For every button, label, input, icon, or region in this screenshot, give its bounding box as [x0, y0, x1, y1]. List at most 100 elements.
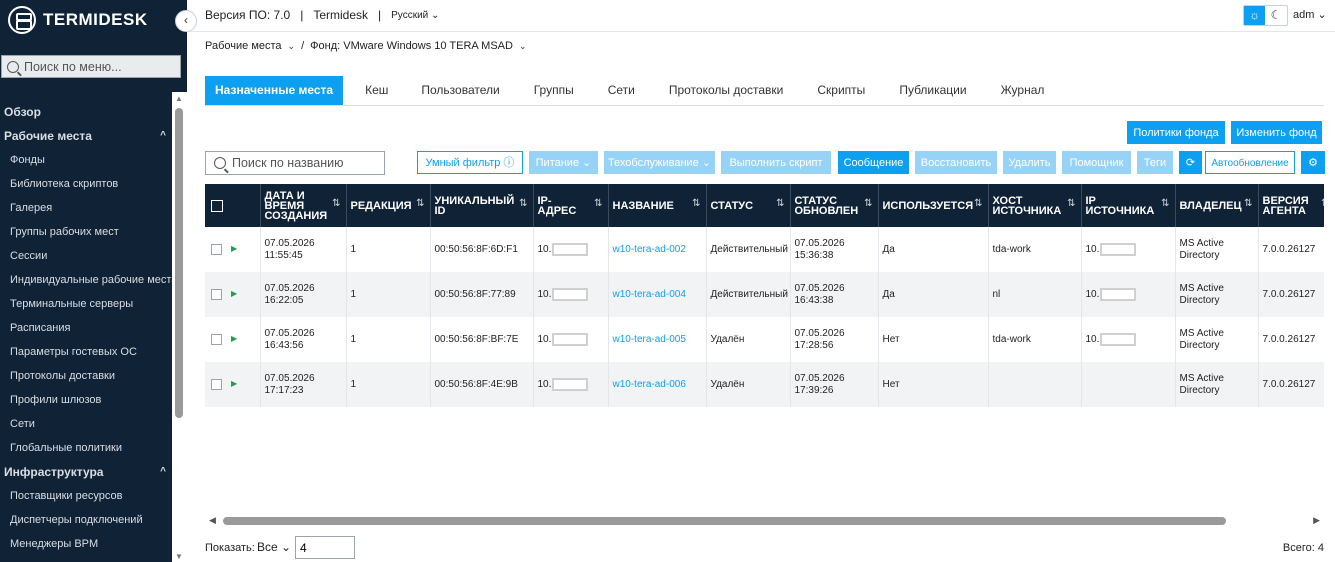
tab-5[interactable]: Протоколы доставки: [652, 76, 801, 105]
scroll-down-arrow-icon[interactable]: ▼: [175, 552, 183, 561]
play-icon[interactable]: ▶: [231, 289, 237, 298]
run-script-button[interactable]: Выполнить скрипт: [721, 151, 831, 174]
tab-0[interactable]: Назначенные места: [205, 76, 344, 105]
maintenance-button[interactable]: Техобслуживание ⌄: [604, 151, 715, 174]
sidebar-item[interactable]: Поставщики ресурсов: [0, 484, 172, 508]
sort-icon[interactable]: ⇅: [332, 199, 340, 209]
scroll-left-arrow-icon[interactable]: ◀: [209, 515, 216, 526]
delete-button[interactable]: Удалить: [1003, 151, 1056, 174]
column-header[interactable]: СТАТУС ОБНОВЛЕН ⇅: [790, 184, 879, 227]
select-all-checkbox[interactable]: [211, 199, 223, 212]
cell-name[interactable]: w10-tera-ad-002: [608, 227, 707, 272]
sidebar-item[interactable]: Группы рабочих мест: [0, 220, 172, 244]
sort-icon[interactable]: ⇅: [594, 199, 602, 209]
cell-text[interactable]: w10-tera-ad-002: [613, 244, 686, 255]
sidebar-item[interactable]: Сети: [0, 412, 172, 436]
sidebar-collapse-button[interactable]: ‹: [175, 10, 197, 32]
settings-gear-icon[interactable]: ⚙: [1301, 151, 1325, 174]
restore-button[interactable]: Восстановить: [915, 151, 997, 174]
tab-7[interactable]: Публикации: [882, 76, 983, 105]
moon-icon[interactable]: ☾: [1265, 6, 1287, 25]
tab-6[interactable]: Скрипты: [800, 76, 882, 105]
page-size-input[interactable]: [295, 536, 355, 559]
column-header[interactable]: IP-АДРЕС ⇅: [533, 184, 609, 227]
tags-button[interactable]: Теги: [1137, 151, 1173, 174]
row-checkbox[interactable]: [211, 243, 222, 255]
cell-name[interactable]: w10-tera-ad-006: [608, 362, 707, 407]
sidebar-item[interactable]: Фонды: [0, 148, 172, 172]
column-header[interactable]: IP ИСТОЧНИКА ⇅: [1081, 184, 1176, 227]
language-selector[interactable]: Русский ⌄: [391, 10, 439, 21]
scroll-right-arrow-icon[interactable]: ▶: [1313, 515, 1320, 526]
chevron-down-icon[interactable]: ⌄: [519, 41, 527, 52]
sidebar-item[interactable]: Сессии: [0, 244, 172, 268]
column-header[interactable]: ВЛАДЕЛЕЦ ⇅: [1175, 184, 1259, 227]
tab-2[interactable]: Пользователи: [404, 76, 516, 105]
power-button[interactable]: Питание ⌄: [529, 151, 598, 174]
name-search-input[interactable]: [232, 156, 382, 170]
tab-8[interactable]: Журнал: [984, 76, 1062, 105]
breadcrumb-workplaces[interactable]: Рабочие места: [205, 40, 282, 52]
sort-icon[interactable]: ⇅: [416, 199, 424, 209]
horizontal-scrollbar[interactable]: ◀ ▶: [205, 514, 1324, 528]
auto-refresh-button[interactable]: Автообновление: [1205, 151, 1295, 174]
cell-text[interactable]: w10-tera-ad-006: [613, 379, 686, 390]
user-menu[interactable]: adm ⌄: [1293, 8, 1327, 21]
sun-icon[interactable]: ☼: [1244, 6, 1265, 25]
sidebar-scrollbar[interactable]: ▲ ▼: [172, 92, 187, 562]
sidebar-section[interactable]: Обзор: [0, 100, 172, 124]
sidebar-item[interactable]: Протоколы доставки: [0, 364, 172, 388]
sort-icon[interactable]: ⇅: [692, 199, 700, 209]
smart-filter-button[interactable]: Умный фильтр ⓘ: [417, 151, 523, 174]
row-checkbox[interactable]: [211, 378, 222, 390]
play-icon[interactable]: ▶: [231, 334, 237, 343]
chevron-up-icon[interactable]: ^: [160, 460, 166, 484]
sidebar-item[interactable]: Терминальные серверы: [0, 292, 172, 316]
sidebar-section[interactable]: Инфраструктура ^: [0, 460, 172, 484]
column-header[interactable]: НАЗВАНИЕ ⇅: [608, 184, 707, 227]
table-row[interactable]: ▶ 07.05.2026 11:55:45 1 00:50:56:8F:6D:F1 10…: [205, 227, 1324, 272]
play-icon[interactable]: ▶: [231, 244, 237, 253]
sidebar-item[interactable]: Глобальные политики: [0, 436, 172, 460]
sort-icon[interactable]: ⇅: [776, 199, 784, 209]
sort-icon[interactable]: ⇅: [1067, 199, 1075, 209]
tab-1[interactable]: Кеш: [343, 76, 404, 105]
column-header[interactable]: ВЕРСИЯ АГЕНТА ⇅: [1258, 184, 1324, 227]
column-header[interactable]: РЕДАКЦИЯ ⇅: [346, 184, 431, 227]
sidebar-item[interactable]: Параметры гостевых ОС: [0, 340, 172, 364]
sidebar-item[interactable]: Библиотека скриптов: [0, 172, 172, 196]
sort-icon[interactable]: ⇅: [974, 199, 982, 209]
column-header[interactable]: ДАТА И ВРЕМЯ СОЗДАНИЯ ⇅: [260, 184, 347, 227]
table-row[interactable]: ▶ 07.05.2026 16:22:05 1 00:50:56:8F:77:89 10…: [205, 272, 1324, 317]
row-checkbox[interactable]: [211, 333, 222, 345]
sort-icon[interactable]: ⇅: [864, 199, 872, 209]
row-checkbox[interactable]: [211, 288, 222, 300]
refresh-icon[interactable]: ⟳: [1179, 151, 1202, 174]
cell-text[interactable]: w10-tera-ad-005: [613, 334, 686, 345]
sidebar-scroll-thumb[interactable]: [175, 108, 183, 418]
theme-switch[interactable]: ☼ ☾: [1243, 5, 1288, 26]
logo[interactable]: TERMIDESK: [8, 6, 148, 34]
sort-icon[interactable]: ⇅: [1161, 199, 1169, 209]
menu-search-input[interactable]: [24, 59, 174, 74]
sidebar-item[interactable]: Расписания: [0, 316, 172, 340]
sidebar-item[interactable]: Галерея: [0, 196, 172, 220]
sort-icon[interactable]: ⇅: [1321, 199, 1324, 209]
sidebar-section[interactable]: Рабочие места ^: [0, 124, 172, 148]
play-icon[interactable]: ▶: [231, 379, 237, 388]
cell-name[interactable]: w10-tera-ad-005: [608, 317, 707, 362]
table-row[interactable]: ▶ 07.05.2026 16:43:56 1 00:50:56:8F:BF:7E 10…: [205, 317, 1324, 362]
scroll-up-arrow-icon[interactable]: ▲: [175, 94, 183, 103]
show-select[interactable]: Все ⌄: [257, 540, 291, 554]
cell-text[interactable]: w10-tera-ad-004: [613, 289, 686, 300]
tab-3[interactable]: Группы: [517, 76, 591, 105]
sidebar-item[interactable]: Профили шлюзов: [0, 388, 172, 412]
column-header[interactable]: ХОСТ ИСТОЧНИКА ⇅: [988, 184, 1082, 227]
table-row[interactable]: ▶ 07.05.2026 17:17:23 1 00:50:56:8F:4E:9B 10…: [205, 362, 1324, 407]
chevron-down-icon[interactable]: ⌄: [288, 41, 296, 52]
sidebar-item[interactable]: Менеджеры BPM: [0, 532, 172, 556]
assistant-button[interactable]: Помощник: [1062, 151, 1131, 174]
pool-policies-button[interactable]: Политики фонда: [1127, 121, 1225, 144]
tab-4[interactable]: Сети: [591, 76, 652, 105]
sort-icon[interactable]: ⇅: [519, 199, 527, 209]
